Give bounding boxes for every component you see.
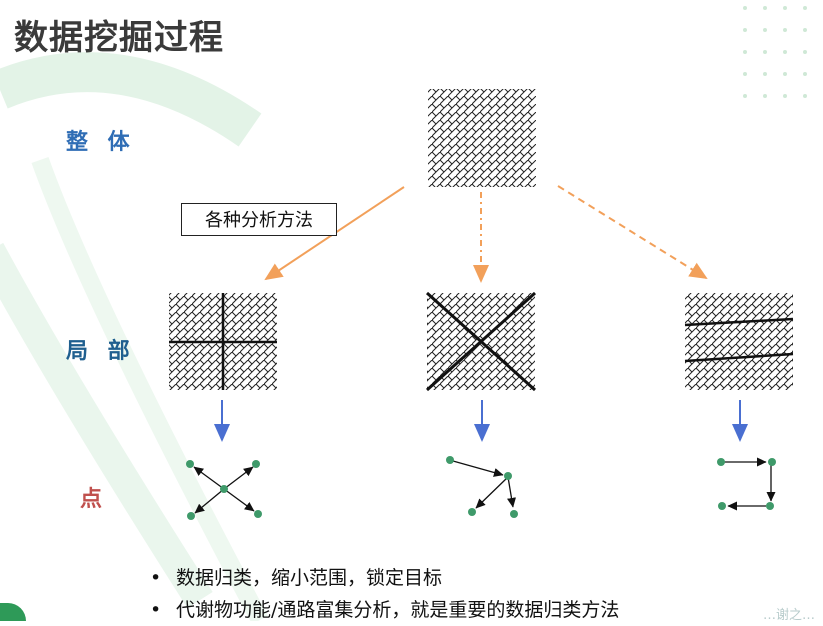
local-block-parallel (684, 293, 794, 390)
point-group-cycle (717, 457, 776, 511)
bullet-marker: • (150, 599, 162, 621)
point-group-radial (186, 460, 262, 520)
local-block-x (425, 291, 537, 392)
bullet-item: • 数据归类，缩小范围，锁定目标 (150, 562, 619, 594)
point-group-chain (446, 456, 518, 518)
bullet-text: 数据归类，缩小范围，锁定目标 (176, 567, 443, 589)
data-mining-diagram (169, 89, 794, 520)
bullet-item: • 代谢物功能/通路富集分析，就是重要的数据归类方法 (150, 594, 619, 626)
local-block-cross (169, 293, 277, 390)
summary-bullets: • 数据归类，缩小范围，锁定目标 • 代谢物功能/通路富集分析，就是重要的数据归类方… (150, 562, 619, 626)
bullet-marker: • (150, 567, 162, 589)
analysis-methods-label: 各种分析方法 (181, 203, 337, 236)
bullet-text: 代谢物功能/通路富集分析，就是重要的数据归类方法 (176, 599, 620, 621)
method-arrow-right (557, 185, 708, 280)
watermark-text: …谢之… (762, 608, 815, 623)
whole-data-block (428, 89, 536, 187)
